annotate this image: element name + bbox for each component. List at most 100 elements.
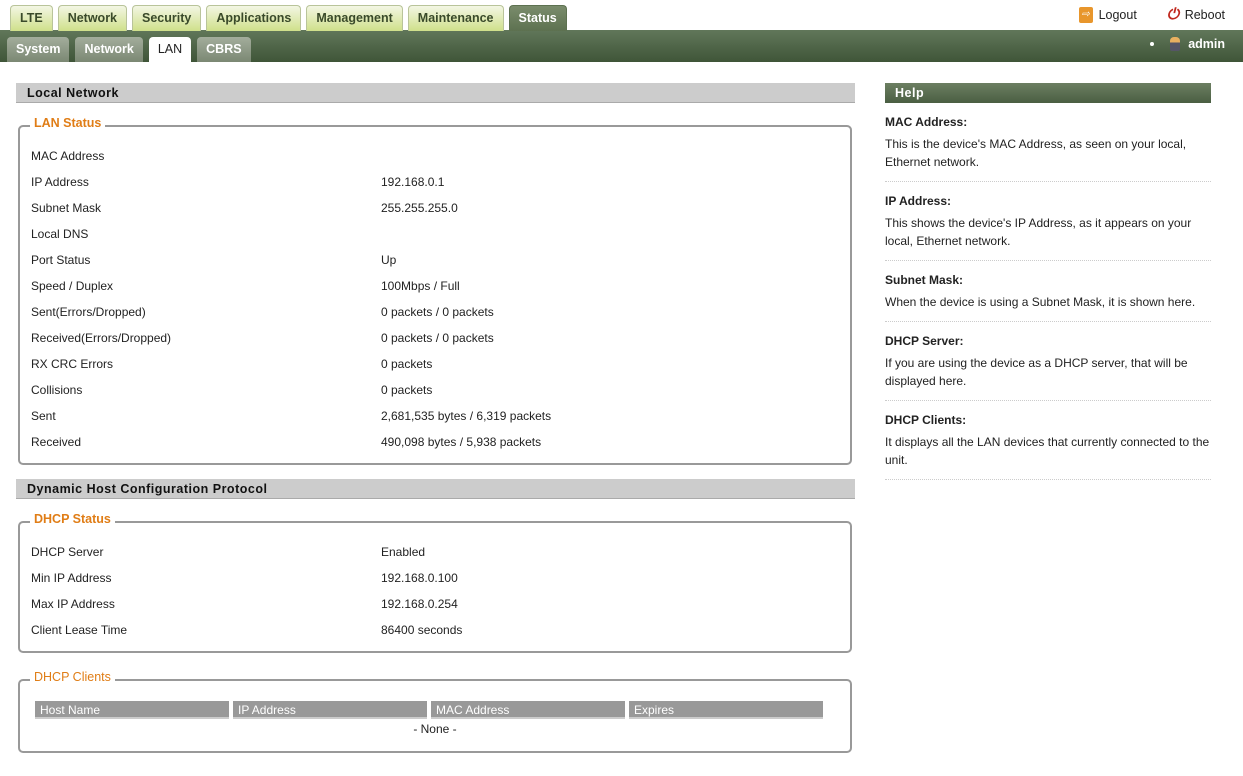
status-row: DHCP Server Enabled: [20, 539, 850, 565]
dhcp-status-legend: DHCP Status: [30, 512, 115, 526]
row-label: Port Status: [31, 253, 91, 267]
status-row: Received 490,098 bytes / 5,938 packets: [20, 429, 850, 455]
help-item-text: When the device is using a Subnet Mask, …: [885, 295, 1196, 309]
clients-table-header: Host Name IP Address MAC Address Expires: [35, 701, 850, 719]
col-mac-address: MAC Address: [431, 701, 625, 719]
lan-status-legend: LAN Status: [30, 116, 106, 130]
dhcp-status-fieldset: DHCP Status DHCP Server Enabled Min IP Add…: [18, 512, 852, 653]
user-icon: [1170, 37, 1181, 51]
status-row: Min IP Address 192.168.0.100: [20, 565, 850, 591]
subtab-lan[interactable]: LAN: [148, 37, 192, 62]
help-item: DHCP Clients: It displays all the LAN dev…: [885, 401, 1211, 480]
row-label: Sent(Errors/Dropped): [31, 305, 146, 319]
status-row: Max IP Address 192.168.0.254: [20, 591, 850, 617]
status-row: Sent 2,681,535 bytes / 6,319 packets: [20, 403, 850, 429]
col-ip-address: IP Address: [233, 701, 427, 719]
tab-maintenance[interactable]: Maintenance: [407, 5, 504, 31]
tab-lte[interactable]: LTE: [10, 5, 53, 31]
reboot-label: Reboot: [1184, 7, 1225, 22]
col-expires: Expires: [629, 701, 823, 719]
row-value: 0 packets: [381, 383, 433, 397]
row-label: Min IP Address: [31, 571, 112, 585]
row-value: Up: [381, 253, 397, 267]
row-value: 0 packets: [381, 357, 433, 371]
power-icon: ⏻: [1166, 6, 1179, 23]
user-indicator: admin: [1150, 37, 1225, 51]
row-label: Collisions: [31, 383, 83, 397]
main-tabs: LTE Network Security Applications Manage…: [10, 5, 567, 31]
tab-management[interactable]: Management: [306, 5, 403, 31]
row-label: IP Address: [31, 175, 89, 189]
status-row: Speed / Duplex 100Mbps / Full: [20, 273, 850, 299]
row-value: 255.255.255.0: [381, 201, 458, 215]
row-value: 86400 seconds: [381, 623, 463, 637]
local-network-header: Local Network: [16, 83, 855, 103]
logout-label: Logout: [1098, 7, 1137, 22]
row-value: 100Mbps / Full: [381, 279, 460, 293]
subtab-system[interactable]: System: [7, 37, 70, 62]
row-value: Enabled: [381, 545, 426, 559]
row-value: 192.168.0.1: [381, 175, 445, 189]
status-row: Received(Errors/Dropped) 0 packets / 0 pa…: [20, 325, 850, 351]
help-item-title: Subnet Mask:: [885, 273, 964, 287]
help-item: DHCP Server: If you are using the device …: [885, 322, 1211, 401]
logout-icon: ⇨: [1078, 6, 1093, 23]
status-row: Port Status Up: [20, 247, 850, 273]
row-value: 490,098 bytes / 5,938 packets: [381, 435, 542, 449]
row-value: 0 packets / 0 packets: [381, 331, 494, 345]
row-value: 192.168.0.100: [381, 571, 458, 585]
tab-network[interactable]: Network: [57, 5, 128, 31]
dhcp-header: Dynamic Host Configuration Protocol: [16, 479, 855, 499]
help-item: MAC Address: This is the device's MAC Add…: [885, 103, 1211, 182]
row-value: 192.168.0.254: [381, 597, 458, 611]
status-row: Client Lease Time 86400 seconds: [20, 617, 850, 643]
subtab-cbrs[interactable]: CBRS: [197, 37, 251, 62]
help-item-text: This is the device's MAC Address, as see…: [885, 137, 1187, 169]
status-row: MAC Address: [20, 143, 850, 169]
status-row: Collisions 0 packets: [20, 377, 850, 403]
row-label: Received: [31, 435, 82, 449]
row-label: Client Lease Time: [31, 623, 128, 637]
sub-tabs: System Network LAN CBRS: [7, 37, 251, 62]
col-host-name: Host Name: [35, 701, 229, 719]
row-label: Received(Errors/Dropped): [31, 331, 172, 345]
help-item: IP Address: This shows the device's IP Ad…: [885, 182, 1211, 261]
row-value: 0 packets / 0 packets: [381, 305, 494, 319]
tab-applications[interactable]: Applications: [206, 5, 302, 31]
reboot-link[interactable]: ⏻ Reboot: [1167, 6, 1225, 23]
row-label: RX CRC Errors: [31, 357, 114, 371]
status-row: Sent(Errors/Dropped) 0 packets / 0 packet…: [20, 299, 850, 325]
dhcp-clients-legend: DHCP Clients: [30, 670, 115, 684]
status-row: Local DNS: [20, 221, 850, 247]
help-panel: Help MAC Address: This is the device's MA…: [885, 83, 1211, 480]
help-header: Help: [885, 83, 1211, 103]
status-row: RX CRC Errors 0 packets: [20, 351, 850, 377]
row-label: DHCP Server: [31, 545, 104, 559]
subtab-network[interactable]: Network: [75, 37, 143, 62]
row-label: Subnet Mask: [31, 201, 102, 215]
help-item-title: DHCP Server:: [885, 334, 964, 348]
row-label: MAC Address: [31, 149, 105, 163]
row-label: Speed / Duplex: [31, 279, 114, 293]
lan-status-fieldset: LAN Status MAC Address IP Address 192.168.…: [18, 116, 852, 465]
help-item-text: This shows the device's IP Address, as i…: [885, 216, 1192, 248]
help-item-title: DHCP Clients:: [885, 413, 967, 427]
username: admin: [1188, 37, 1225, 51]
help-item-title: IP Address:: [885, 194, 952, 208]
row-label: Max IP Address: [31, 597, 115, 611]
logout-link[interactable]: ⇨ Logout: [1078, 6, 1137, 23]
row-value: 2,681,535 bytes / 6,319 packets: [381, 409, 552, 423]
help-item: Subnet Mask: When the device is using a S…: [885, 261, 1211, 322]
help-item-text: If you are using the device as a DHCP se…: [885, 356, 1188, 388]
dhcp-clients-fieldset: DHCP Clients Host Name IP Address MAC Ad…: [18, 670, 852, 753]
row-label: Sent: [31, 409, 56, 423]
tab-status[interactable]: Status: [508, 5, 567, 31]
tab-security[interactable]: Security: [132, 5, 202, 31]
row-label: Local DNS: [31, 227, 89, 241]
status-row: Subnet Mask 255.255.255.0: [20, 195, 850, 221]
status-row: IP Address 192.168.0.1: [20, 169, 850, 195]
bullet-icon: [1150, 42, 1155, 46]
help-item-title: MAC Address:: [885, 115, 968, 129]
help-item-text: It displays all the LAN devices that cur…: [885, 435, 1210, 467]
clients-empty: - None -: [413, 722, 457, 736]
